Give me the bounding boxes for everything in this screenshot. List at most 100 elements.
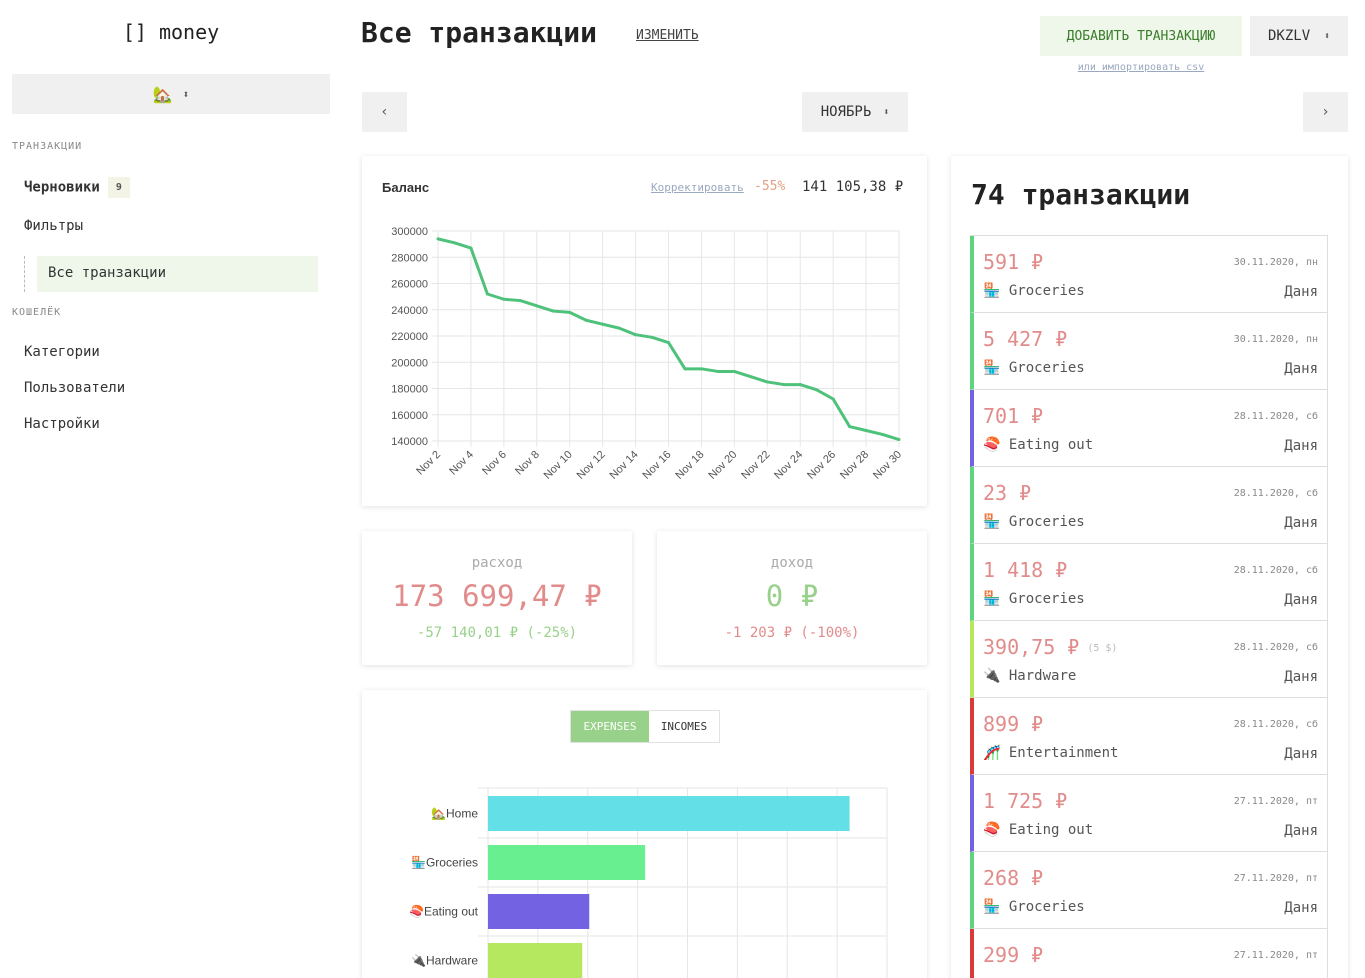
transaction-user: Даня (1284, 438, 1318, 454)
chevron-updown-icon: ⬍ (1323, 30, 1330, 42)
transaction-item[interactable]: 1 418 ₽ 28.11.2020, сб 🏪 Groceries Даня (970, 544, 1328, 621)
transaction-user: Даня (1284, 900, 1318, 916)
prev-month-button[interactable]: ‹ (362, 92, 407, 132)
sidebar-item-settings[interactable]: Настройки (24, 416, 100, 432)
transaction-amount: 1 725 ₽ (983, 789, 1068, 813)
transaction-user: Даня (1284, 592, 1318, 608)
section-label-transactions: ТРАНЗАКЦИИ (12, 141, 83, 152)
app-logo[interactable]: [] money (0, 20, 342, 44)
category-label: Groceries (1008, 360, 1085, 376)
expense-label: расход (471, 555, 523, 571)
balance-data-point (897, 438, 901, 442)
sidebar-item-label: Черновики (24, 179, 100, 196)
balance-data-point (436, 237, 440, 241)
category-label: Entertainment (1008, 745, 1119, 761)
drafts-count-badge: 9 (107, 177, 130, 198)
transaction-amount: 268 ₽ (983, 866, 1044, 890)
income-diff: -1 203 ₽ (-100%) (724, 625, 860, 641)
balance-change-percent: -55% (754, 179, 786, 194)
transaction-item[interactable]: 591 ₽ 30.11.2020, пн 🏪 Groceries Даня (970, 236, 1328, 313)
category-icon: 🏪 (983, 514, 1009, 530)
correct-balance-link[interactable]: Корректировать (651, 181, 744, 194)
balance-data-point (848, 425, 852, 429)
transaction-category: 🏪 Groceries (983, 899, 1085, 915)
balance-data-point (864, 429, 868, 432)
transaction-date: 27.11.2020, пт (1233, 873, 1318, 884)
sidebar-item-categories[interactable]: Категории (24, 344, 100, 360)
transaction-item[interactable]: 23 ₽ 28.11.2020, сб 🏪 Groceries Даня (970, 467, 1328, 544)
x-tick-label: Nov 4 (447, 449, 476, 478)
sidebar: [] money 🏡 ⬍ ТРАНЗАКЦИИ Черновики 9 Фильт… (0, 0, 342, 978)
transaction-item[interactable]: 899 ₽ 28.11.2020, сб 🎢 Entertainment Даня (970, 698, 1328, 775)
balance-data-point (667, 341, 670, 345)
x-tick-label: Nov 26 (805, 449, 838, 482)
tab-incomes[interactable]: INCOMES (649, 711, 719, 742)
page-title: Все транзакции (361, 16, 598, 49)
balance-data-point (650, 335, 654, 339)
currency-select[interactable]: DKZLV ⬍ (1250, 16, 1348, 56)
sidebar-item-filters[interactable]: Фильтры (24, 218, 83, 234)
balance-line-chart: 140000 160000 180000 200000 220000 240000 2600… (391, 226, 904, 482)
category-icon: 🏪 (983, 360, 1009, 376)
transaction-amount: 1 418 ₽ (983, 558, 1068, 582)
edit-link[interactable]: ИЗМЕНИТЬ (636, 28, 699, 43)
category-icon: 🏪 (983, 591, 1009, 607)
transaction-amount: 23 ₽ (983, 481, 1032, 505)
transaction-category: 🏪 Groceries (983, 591, 1085, 607)
transaction-amount: 5 427 ₽ (983, 327, 1068, 351)
house-icon: 🏡 (152, 84, 173, 104)
import-csv-link[interactable]: или импортировать csv (1040, 62, 1242, 73)
balance-data-point (452, 241, 456, 245)
sidebar-item-drafts[interactable]: Черновики 9 (24, 177, 130, 198)
wallet-select[interactable]: 🏡 ⬍ (12, 74, 330, 114)
expense-diff: -57 140,01 ₽ (-25%) (416, 625, 578, 641)
transaction-category: 🍣 Eating out (983, 822, 1093, 838)
transaction-user: Даня (1284, 284, 1318, 300)
balance-data-point (518, 299, 522, 303)
x-tick-label: Nov 28 (838, 449, 871, 482)
transaction-item[interactable]: 5 427 ₽ 30.11.2020, пн 🏪 Groceries Даня (970, 313, 1328, 390)
transaction-item[interactable]: 390,75 ₽ (5 $) 28.11.2020, сб 🔌 Hardware Дан… (970, 621, 1328, 698)
tab-expenses[interactable]: EXPENSES (571, 711, 649, 742)
x-tick-label: Nov 18 (673, 449, 706, 482)
transaction-item[interactable]: 1 725 ₽ 27.11.2020, пт 🍣 Eating out Даня (970, 775, 1328, 852)
category-bar (488, 943, 583, 978)
transaction-category: 🏪 Groceries (983, 283, 1085, 299)
balance-data-point (815, 388, 819, 392)
balance-data-point (584, 318, 588, 322)
x-tick-label: Nov 20 (706, 449, 739, 482)
y-tick-label: 140000 (391, 436, 428, 448)
transaction-date: 27.11.2020, пт (1233, 796, 1318, 807)
balance-data-point (732, 369, 736, 373)
category-bar (488, 845, 646, 880)
x-tick-label: Nov 30 (871, 449, 904, 482)
next-month-button[interactable]: › (1303, 92, 1348, 132)
category-label: Groceries (1008, 591, 1085, 607)
balance-data-point (749, 375, 753, 379)
transactions-count: 74 транзакции (971, 178, 1191, 211)
sidebar-item-all-transactions[interactable]: Все транзакции (37, 256, 318, 292)
category-icon: 🎢 (983, 745, 1009, 761)
category-label: 🔌Hardware (411, 954, 478, 968)
month-select[interactable]: НОЯБРЬ ⬍ (802, 92, 908, 132)
transaction-item[interactable]: 268 ₽ 27.11.2020, пт 🏪 Groceries Даня (970, 852, 1328, 929)
add-transaction-button[interactable]: ДОБАВИТЬ ТРАНЗАКЦИЮ (1040, 16, 1242, 56)
transaction-user: Даня (1284, 361, 1318, 377)
category-bar (488, 894, 590, 929)
x-tick-label: Nov 16 (640, 449, 673, 482)
category-label: 🏡Home (431, 807, 478, 821)
category-label: Groceries (1008, 283, 1085, 299)
balance-data-point (716, 369, 720, 373)
category-bar (488, 796, 850, 831)
transaction-date: 28.11.2020, сб (1233, 642, 1318, 653)
sidebar-item-users[interactable]: Пользователи (24, 380, 125, 396)
category-icon: 🍣 (983, 437, 1009, 453)
transaction-item[interactable]: 299 ₽ 27.11.2020, пт (970, 929, 1328, 978)
transaction-category: 🏪 Groceries (983, 360, 1085, 376)
transaction-date: 28.11.2020, сб (1233, 565, 1318, 576)
x-tick-label: Nov 8 (513, 449, 542, 478)
balance-data-point (699, 367, 703, 371)
transaction-user: Даня (1284, 823, 1318, 839)
transaction-category: 🎢 Entertainment (983, 745, 1118, 761)
transaction-item[interactable]: 701 ₽ 28.11.2020, сб 🍣 Eating out Даня (970, 390, 1328, 467)
